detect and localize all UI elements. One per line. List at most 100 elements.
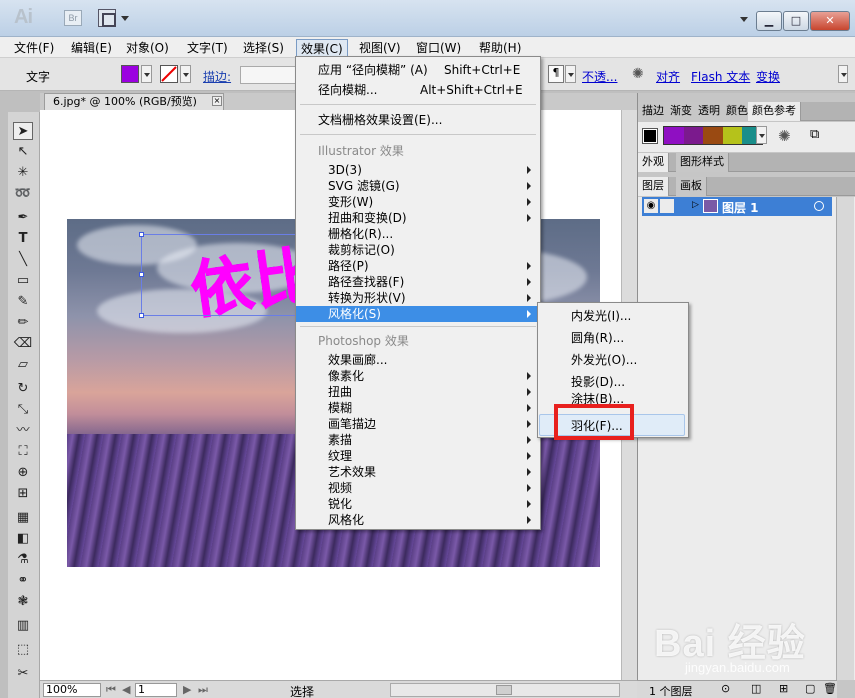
menu-item-crop-marks[interactable]: 裁剪标记(O)	[296, 242, 540, 258]
menu-item-pixelate[interactable]: 像素化	[296, 368, 540, 384]
type-tool-icon[interactable]: T	[13, 230, 33, 248]
eraser-tool-icon[interactable]: ▱	[13, 356, 33, 374]
menu-item-3d[interactable]: 3D(3)	[296, 162, 540, 178]
align-link[interactable]: 对齐	[656, 68, 680, 85]
menu-item-rasterize[interactable]: 栅格化(R)...	[296, 226, 540, 242]
workspace-menu-icon[interactable]	[740, 17, 748, 22]
tab-transparency[interactable]: 透明	[694, 102, 725, 121]
close-button[interactable]: ✕	[810, 11, 850, 31]
menu-item-video[interactable]: 视频	[296, 480, 540, 496]
menu-item-stylize[interactable]: 风格化(S)	[296, 306, 540, 322]
page-select[interactable]: 1	[135, 683, 177, 697]
submenu-round-corners[interactable]: 圆角(R)...	[538, 328, 688, 348]
menu-item-warp[interactable]: 变形(W)	[296, 194, 540, 210]
locate-object-icon[interactable]: ⊙	[721, 682, 730, 695]
blob-brush-tool-icon[interactable]: ⌫	[13, 335, 33, 353]
minimize-button[interactable]: ▁	[756, 11, 782, 31]
selection-bounding-box[interactable]	[139, 232, 316, 318]
prev-page-icon[interactable]: ◀	[122, 683, 130, 696]
base-color-swatch[interactable]	[642, 128, 658, 144]
menu-item-ps-stylize[interactable]: 风格化	[296, 512, 540, 528]
submenu-outer-glow[interactable]: 外发光(O)...	[538, 350, 688, 370]
column-graph-tool-icon[interactable]: ▥	[13, 617, 33, 635]
menu-window[interactable]: 窗口(W)	[412, 39, 465, 57]
menu-view[interactable]: 视图(V)	[355, 39, 405, 57]
fill-dropdown[interactable]	[141, 65, 152, 83]
symbol-sprayer-tool-icon[interactable]: ❃	[13, 593, 33, 611]
gradient-tool-icon[interactable]: ◧	[13, 530, 33, 548]
submenu-scribble[interactable]: 涂抹(B)...	[538, 392, 688, 404]
direct-selection-tool-icon[interactable]: ↖	[13, 143, 33, 161]
layer-name[interactable]: 图层 1	[722, 199, 759, 216]
document-close-icon[interactable]: ×	[212, 96, 222, 106]
pen-tool-icon[interactable]: ✒	[13, 209, 33, 227]
layer-row[interactable]: ◉ ▷ 图层 1	[642, 197, 832, 216]
perspective-grid-tool-icon[interactable]: ⊞	[13, 485, 33, 503]
last-page-icon[interactable]: ⏭	[198, 683, 208, 697]
menu-item-distort[interactable]: 扭曲	[296, 384, 540, 400]
menu-item-pathfinder[interactable]: 路径查找器(F)	[296, 274, 540, 290]
fill-color-swatch[interactable]	[121, 65, 139, 83]
tab-artboards[interactable]: 画板	[676, 177, 707, 196]
menu-type[interactable]: 文字(T)	[183, 39, 232, 57]
submenu-drop-shadow[interactable]: 投影(D)...	[538, 372, 688, 392]
tab-gradient[interactable]: 渐变	[666, 102, 697, 121]
menu-item-texture[interactable]: 纹理	[296, 448, 540, 464]
stroke-label[interactable]: 描边:	[203, 68, 231, 85]
submenu-inner-glow[interactable]: 内发光(I)...	[538, 306, 688, 326]
harmony-swatch[interactable]	[664, 127, 684, 144]
layers-scrollbar[interactable]	[836, 197, 854, 680]
chevron-down-icon[interactable]	[121, 16, 129, 21]
menu-item-distort-transform[interactable]: 扭曲和变换(D)	[296, 210, 540, 226]
mesh-tool-icon[interactable]: ▦	[13, 509, 33, 527]
rectangle-tool-icon[interactable]: ▭	[13, 272, 33, 290]
menu-select[interactable]: 选择(S)	[239, 39, 288, 57]
recolor-icon[interactable]: ✺	[632, 66, 644, 82]
flash-text-link[interactable]: Flash 文本	[691, 68, 750, 85]
new-layer-icon[interactable]: ▢	[805, 682, 815, 695]
menu-item-sketch[interactable]: 素描	[296, 432, 540, 448]
tab-graphic-styles[interactable]: 图形样式	[676, 153, 729, 172]
menu-help[interactable]: 帮助(H)	[475, 39, 525, 57]
save-color-group-icon[interactable]: ⧉	[810, 127, 819, 142]
scale-tool-icon[interactable]: ⤡	[13, 401, 33, 419]
make-clipping-mask-icon[interactable]: ◫	[751, 682, 761, 695]
menu-edit[interactable]: 编辑(E)	[67, 39, 116, 57]
first-page-icon[interactable]: ⏮	[106, 683, 116, 697]
menu-item-effect-gallery[interactable]: 效果画廊...	[296, 352, 540, 368]
harmony-swatches[interactable]	[663, 126, 763, 145]
selection-tool-icon[interactable]: ➤	[13, 122, 33, 140]
paintbrush-tool-icon[interactable]: ✎	[13, 293, 33, 311]
warp-tool-icon[interactable]: 〰	[13, 422, 33, 440]
blend-tool-icon[interactable]: ⚭	[13, 572, 33, 590]
menu-item-brush-strokes[interactable]: 画笔描边	[296, 416, 540, 432]
menu-item-apply-last[interactable]: 应用 “径向模糊” (A) Shift+Ctrl+E	[296, 62, 540, 78]
next-page-icon[interactable]: ▶	[183, 683, 191, 696]
artboard-tool-icon[interactable]: ⬚	[13, 641, 33, 659]
menu-item-svg-filters[interactable]: SVG 滤镜(G)	[296, 178, 540, 194]
menu-object[interactable]: 对象(O)	[122, 39, 173, 57]
harmony-swatch[interactable]	[722, 127, 743, 144]
eyedropper-tool-icon[interactable]: ⚗	[13, 551, 33, 569]
menu-effect[interactable]: 效果(C)	[296, 39, 348, 57]
menu-item-path[interactable]: 路径(P)	[296, 258, 540, 274]
shape-builder-tool-icon[interactable]: ⊕	[13, 464, 33, 482]
target-icon[interactable]	[814, 201, 824, 211]
status-mode[interactable]: 选择	[290, 683, 314, 698]
recolor-artwork-icon[interactable]: ✺	[778, 127, 791, 145]
horizontal-scrollbar[interactable]	[390, 683, 620, 697]
line-tool-icon[interactable]: ╲	[13, 251, 33, 269]
pencil-tool-icon[interactable]: ✏	[13, 314, 33, 332]
arrange-documents-icon[interactable]	[98, 9, 116, 27]
delete-layer-icon[interactable]: 🗑	[823, 682, 837, 695]
transform-link[interactable]: 变换	[756, 68, 780, 85]
menu-item-document-raster-settings[interactable]: 文档栅格效果设置(E)...	[296, 112, 540, 128]
new-sublayer-icon[interactable]: ⊞	[779, 682, 788, 695]
stroke-dropdown[interactable]	[180, 65, 191, 83]
free-transform-tool-icon[interactable]: ⛶	[13, 443, 33, 461]
paragraph-icon[interactable]: ¶	[548, 65, 564, 83]
maximize-button[interactable]: □	[783, 11, 809, 31]
visibility-eye-icon[interactable]: ◉	[644, 199, 658, 213]
opacity-link[interactable]: 不透...	[582, 68, 617, 85]
menu-item-blur[interactable]: 模糊	[296, 400, 540, 416]
